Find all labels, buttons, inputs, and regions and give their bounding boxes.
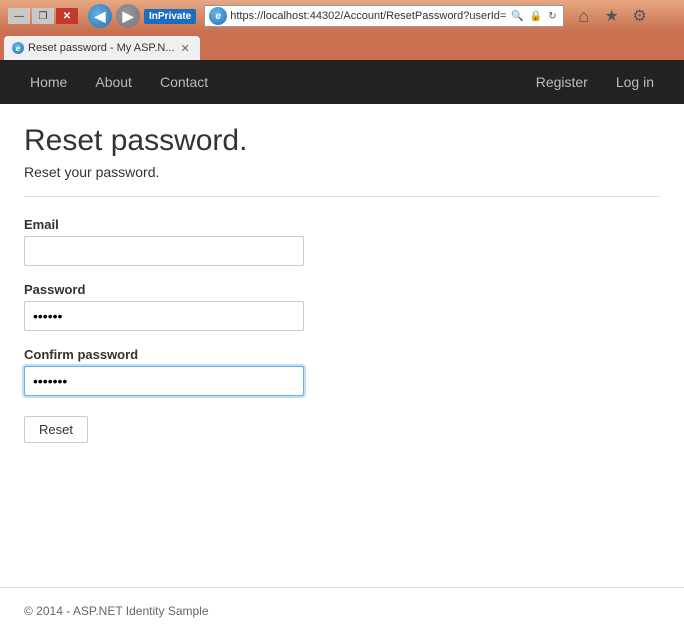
nav-home-link[interactable]: Home [16, 64, 81, 100]
maximize-button[interactable]: ❐ [32, 8, 54, 24]
search-icon[interactable]: 🔍 [509, 10, 525, 23]
window-controls: — ❐ ✕ [8, 8, 78, 24]
email-label: Email [24, 217, 660, 232]
tab-close-button[interactable]: ✕ [179, 42, 192, 55]
tab-favicon: e [12, 42, 24, 54]
page-footer: © 2014 - ASP.NET Identity Sample [0, 587, 684, 634]
refresh-icon[interactable]: ↻ [546, 10, 558, 23]
footer-text: © 2014 - ASP.NET Identity Sample [24, 604, 209, 618]
close-button[interactable]: ✕ [56, 8, 78, 24]
nav-contact-link[interactable]: Contact [146, 64, 222, 100]
reset-button[interactable]: Reset [24, 416, 88, 443]
address-bar[interactable]: e https://localhost:44302/Account/ResetP… [204, 5, 563, 27]
page-subtitle: Reset your password. [24, 164, 660, 180]
email-input[interactable] [24, 236, 304, 266]
back-button[interactable]: ◀ [88, 4, 112, 28]
nav-links-left: Home About Contact [16, 64, 222, 100]
inprivate-badge: InPrivate [144, 9, 196, 24]
title-bar-left: — ❐ ✕ ◀ ▶ InPrivate e https://localhost:… [8, 4, 652, 28]
confirm-password-input[interactable] [24, 366, 304, 396]
tab-bar: e Reset password - My ASP.N... ✕ [0, 32, 684, 60]
app-navbar: Home About Contact Register Log in [0, 60, 684, 104]
page-content: Reset password. Reset your password. Ema… [0, 104, 684, 587]
email-form-group: Email [24, 217, 660, 266]
page-title: Reset password. [24, 124, 660, 158]
forward-button[interactable]: ▶ [116, 4, 140, 28]
password-input[interactable] [24, 301, 304, 331]
nav-links-right: Register Log in [522, 64, 668, 100]
address-text: https://localhost:44302/Account/ResetPas… [230, 10, 506, 22]
nav-login-link[interactable]: Log in [602, 64, 668, 100]
password-form-group: Password [24, 282, 660, 331]
browser-content: Home About Contact Register Log in Reset… [0, 60, 684, 634]
lock-icon[interactable]: 🔒 [528, 10, 544, 23]
confirm-password-label: Confirm password [24, 347, 660, 362]
password-label: Password [24, 282, 660, 297]
address-actions: 🔍 🔒 ↻ [509, 10, 558, 23]
favorites-icon[interactable]: ★ [600, 4, 624, 28]
tab-label: Reset password - My ASP.N... [28, 42, 175, 54]
confirm-password-form-group: Confirm password [24, 347, 660, 396]
nav-register-link[interactable]: Register [522, 64, 602, 100]
active-tab[interactable]: e Reset password - My ASP.N... ✕ [4, 36, 200, 60]
settings-icon[interactable]: ⚙ [628, 4, 652, 28]
section-divider [24, 196, 660, 197]
title-bar: — ❐ ✕ ◀ ▶ InPrivate e https://localhost:… [0, 0, 684, 32]
nav-about-link[interactable]: About [81, 64, 146, 100]
minimize-button[interactable]: — [8, 8, 30, 24]
ie-logo-icon: e [209, 7, 227, 25]
window-frame: — ❐ ✕ ◀ ▶ InPrivate e https://localhost:… [0, 0, 684, 634]
home-icon[interactable]: ⌂ [572, 4, 596, 28]
